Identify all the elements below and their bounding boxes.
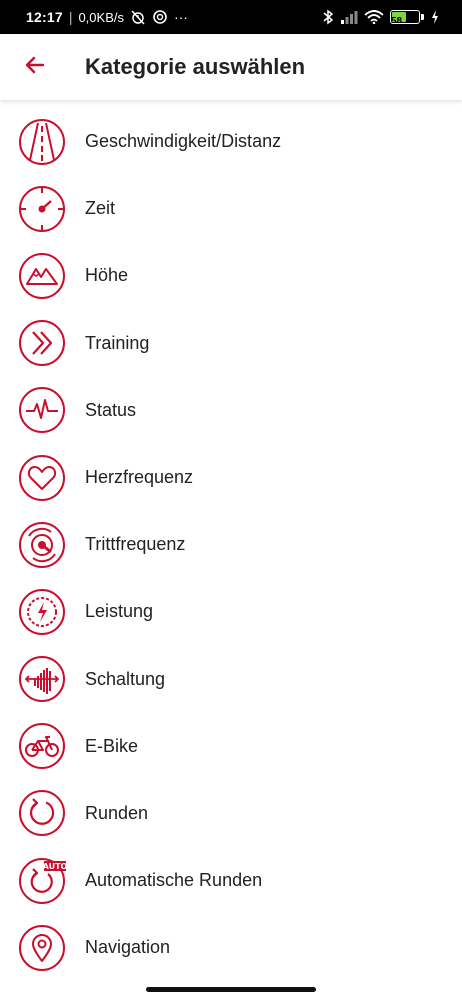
status-separator: | <box>68 9 73 25</box>
category-label: Höhe <box>85 265 129 286</box>
category-laps[interactable]: Runden <box>0 780 462 847</box>
heart-icon <box>18 454 66 502</box>
road-icon <box>18 118 66 166</box>
category-label: Training <box>85 332 150 353</box>
category-auto-laps[interactable]: AUTO Automatische Runden <box>0 847 462 914</box>
app-bar: Kategorie auswählen <box>0 34 462 100</box>
category-label: Herzfrequenz <box>85 467 194 488</box>
double-chevron-icon <box>18 319 66 367</box>
battery-indicator: 58 <box>390 10 424 24</box>
category-training[interactable]: Training <box>0 310 462 377</box>
status-bar-right: 58 <box>322 9 440 25</box>
wifi-icon <box>364 10 384 24</box>
category-ebike[interactable]: E-Bike <box>0 713 462 780</box>
auto-laps-icon: AUTO <box>18 857 66 905</box>
status-bar: 12:17 | 0,0KB/s ··· 58 <box>0 0 462 34</box>
category-status[interactable]: Status <box>0 377 462 444</box>
category-power[interactable]: Leistung <box>0 578 462 645</box>
arrow-left-icon <box>23 53 47 82</box>
category-time[interactable]: Zeit <box>0 175 462 242</box>
category-speed-distance[interactable]: Geschwindigkeit/Distanz <box>0 108 462 175</box>
category-label: Navigation <box>85 937 171 958</box>
category-label: Schaltung <box>85 668 166 689</box>
network-speed: 0,0KB/s <box>78 9 124 25</box>
stopwatch-icon <box>18 185 66 233</box>
cadence-icon <box>18 521 66 569</box>
status-bar-left: 12:17 | 0,0KB/s ··· <box>26 9 188 25</box>
signal-icon <box>340 10 358 24</box>
category-label: Automatische Runden <box>85 870 263 891</box>
category-label: Runden <box>85 802 149 823</box>
category-cadence[interactable]: Trittfrequenz <box>0 511 462 578</box>
category-heart-rate[interactable]: Herzfrequenz <box>0 444 462 511</box>
home-indicator[interactable] <box>146 987 316 992</box>
category-shifting[interactable]: Schaltung <box>0 646 462 713</box>
category-label: Trittfrequenz <box>85 534 186 555</box>
gear-shift-icon <box>18 655 66 703</box>
battery-level: 58 <box>391 16 403 24</box>
data-saver-icon <box>152 9 168 25</box>
status-overflow-dots: ··· <box>173 9 188 25</box>
category-label: Geschwindigkeit/Distanz <box>85 131 282 152</box>
ebike-icon <box>18 722 66 770</box>
laps-icon <box>18 789 66 837</box>
category-list: Geschwindigkeit/Distanz Zeit Höhe Traini… <box>0 108 462 981</box>
category-label: Status <box>85 399 137 420</box>
battery-tip <box>421 14 424 20</box>
power-icon <box>18 588 66 636</box>
category-altitude[interactable]: Höhe <box>0 242 462 309</box>
mountain-icon <box>18 252 66 300</box>
back-button[interactable] <box>0 34 70 100</box>
alarm-off-icon <box>130 9 146 25</box>
location-pin-icon <box>18 924 66 972</box>
category-navigation[interactable]: Navigation <box>0 914 462 981</box>
charging-icon <box>430 9 440 25</box>
status-time: 12:17 <box>26 9 63 25</box>
bluetooth-icon <box>322 9 334 25</box>
category-label: E-Bike <box>85 735 139 756</box>
page-title: Kategorie auswählen <box>85 54 306 79</box>
battery-icon: 58 <box>390 10 420 24</box>
category-label: Zeit <box>85 198 116 219</box>
auto-badge: AUTO <box>43 862 66 871</box>
category-label: Leistung <box>85 601 154 622</box>
pulse-icon <box>18 386 66 434</box>
